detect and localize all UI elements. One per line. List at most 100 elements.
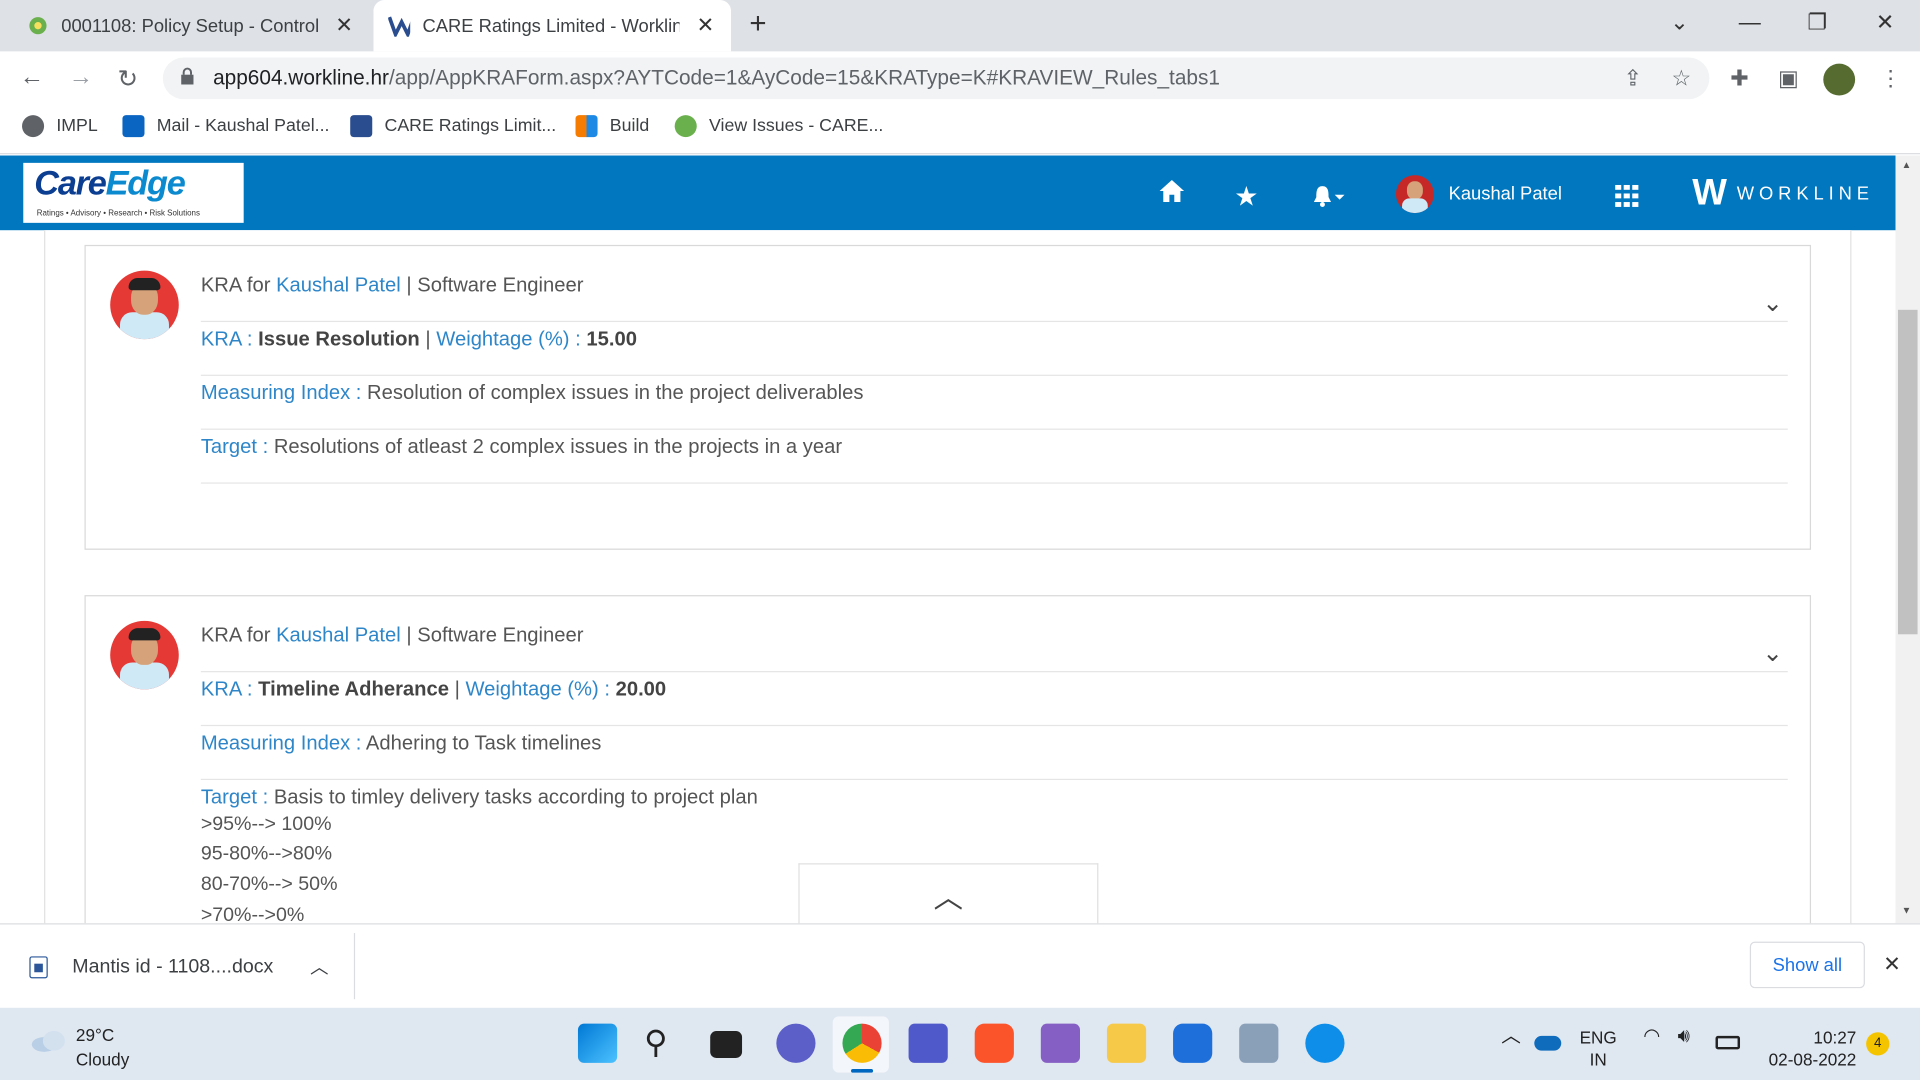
mantis-icon bbox=[674, 115, 697, 138]
active-indicator bbox=[851, 1068, 874, 1073]
build-icon bbox=[575, 115, 598, 138]
target-row: Target : Basis to timley delivery tasks … bbox=[200, 786, 758, 809]
bell-icon[interactable] bbox=[1311, 184, 1345, 216]
bookmark-view-issues[interactable]: View Issues - CARE... bbox=[674, 113, 884, 140]
globe-icon bbox=[22, 115, 45, 138]
show-all-button[interactable]: Show all bbox=[1749, 941, 1865, 989]
visual-studio-icon[interactable] bbox=[1040, 1023, 1081, 1063]
chat-icon[interactable] bbox=[776, 1023, 816, 1063]
outlook-icon bbox=[122, 115, 145, 138]
close-download-bar-icon[interactable]: ✕ bbox=[1883, 953, 1900, 977]
target-line: >95%--> 100% bbox=[200, 814, 332, 836]
bookmark-label: Build bbox=[609, 116, 650, 136]
bookmark-label: CARE Ratings Limit... bbox=[384, 116, 557, 136]
employee-link[interactable]: Kaushal Patel bbox=[276, 624, 401, 646]
measuring-index-row: Measuring Index : Adhering to Task timel… bbox=[200, 726, 1788, 781]
security-icon[interactable] bbox=[1173, 1023, 1213, 1063]
windows-taskbar bbox=[0, 1007, 1920, 1080]
chevron-up-icon: ︿ bbox=[933, 881, 964, 915]
employee-photo bbox=[110, 270, 179, 340]
remote-desktop-icon[interactable] bbox=[1239, 1023, 1279, 1063]
weather-widget[interactable]: 29°C Cloudy bbox=[76, 1022, 129, 1071]
battery-icon[interactable] bbox=[1715, 1035, 1741, 1050]
word-doc-icon bbox=[29, 955, 48, 978]
bookmark-care[interactable]: CARE Ratings Limit... bbox=[350, 113, 556, 140]
scroll-up-arrow-icon[interactable]: ▲ bbox=[1902, 159, 1912, 170]
download-item[interactable]: Mantis id - 1108....docx ︿ bbox=[29, 954, 328, 980]
browser-tab-policy[interactable]: 0001108: Policy Setup - Control ✕ bbox=[0, 0, 367, 51]
scroll-down-arrow-icon[interactable]: ▼ bbox=[1902, 905, 1912, 916]
bookmark-impl[interactable]: IMPL bbox=[22, 113, 98, 140]
star-icon[interactable]: ☆ bbox=[1671, 66, 1691, 92]
home-icon[interactable] bbox=[1158, 179, 1185, 211]
language-indicator[interactable]: ENG IN bbox=[1580, 1026, 1617, 1070]
menu-icon[interactable]: ⋮ bbox=[1880, 66, 1902, 92]
tab-title: CARE Ratings Limited - Workline bbox=[422, 15, 680, 37]
target-line: 95-80%-->80% bbox=[200, 843, 333, 865]
tab-title: 0001108: Policy Setup - Control bbox=[61, 15, 319, 37]
apps-grid-icon[interactable] bbox=[1615, 184, 1639, 211]
file-explorer-icon[interactable] bbox=[1106, 1023, 1147, 1063]
kra-name-row: KRA : Issue Resolution | Weightage (%) :… bbox=[200, 322, 1788, 376]
window-close-icon[interactable]: ✕ bbox=[1876, 10, 1894, 36]
kra-content: ⌄ KRA for Kaushal Patel | Software Engin… bbox=[44, 230, 1852, 924]
target-line: >70%-->0% bbox=[200, 904, 305, 924]
clock[interactable]: 10:27 02-08-2022 bbox=[1758, 1026, 1857, 1070]
workline-icon bbox=[350, 115, 373, 138]
reload-icon[interactable]: ↻ bbox=[118, 64, 139, 95]
extensions-icon[interactable]: ✚ bbox=[1730, 66, 1748, 92]
bookmark-label: View Issues - CARE... bbox=[708, 116, 884, 136]
share-icon[interactable]: ⇪ bbox=[1624, 66, 1642, 92]
download-filename: Mantis id - 1108....docx bbox=[72, 955, 274, 977]
employee-link[interactable]: Kaushal Patel bbox=[276, 274, 401, 296]
avatar[interactable] bbox=[1395, 175, 1434, 214]
bookmark-build[interactable]: Build bbox=[575, 113, 650, 140]
chevron-up-icon[interactable]: ︿ bbox=[310, 954, 328, 980]
bookmark-label: Mail - Kaushal Patel... bbox=[156, 116, 330, 136]
workline-logo-icon: W bbox=[1692, 172, 1727, 214]
scroll-to-top-button[interactable]: ︿ bbox=[798, 863, 1099, 925]
close-icon[interactable]: ✕ bbox=[331, 13, 358, 37]
user-name[interactable]: Kaushal Patel bbox=[1449, 184, 1562, 205]
scrollbar-thumb[interactable] bbox=[1897, 309, 1918, 635]
onedrive-icon[interactable] bbox=[1534, 1035, 1562, 1051]
chevron-up-icon[interactable]: ︿ bbox=[1501, 1026, 1521, 1048]
search-icon[interactable]: ⚲ bbox=[644, 1024, 683, 1063]
target-row: Target : Resolutions of atleast 2 comple… bbox=[200, 430, 1788, 484]
minimize-icon[interactable]: — bbox=[1739, 10, 1761, 36]
kra-employee-row: KRA for Kaushal Patel | Software Enginee… bbox=[200, 268, 1788, 323]
teams-icon[interactable] bbox=[908, 1023, 948, 1063]
teamviewer-icon[interactable] bbox=[1305, 1023, 1345, 1063]
bookmark-label: IMPL bbox=[56, 116, 98, 136]
sidepanel-icon[interactable]: ▣ bbox=[1778, 66, 1799, 92]
browser-tab-workline[interactable]: CARE Ratings Limited - Workline ✕ bbox=[373, 0, 732, 52]
kra-card: ⌄ KRA for Kaushal Patel | Software Engin… bbox=[84, 244, 1812, 550]
restore-icon[interactable]: ❐ bbox=[1807, 10, 1827, 36]
url-text[interactable]: app604.workline.hr/app/AppKRAForm.aspx?A… bbox=[213, 66, 1220, 90]
kra-employee-row: KRA for Kaushal Patel | Software Enginee… bbox=[200, 618, 1788, 673]
task-view-icon[interactable] bbox=[710, 1031, 743, 1058]
profile-avatar[interactable] bbox=[1823, 63, 1856, 96]
forward-icon[interactable]: → bbox=[69, 64, 93, 92]
back-icon[interactable]: ← bbox=[20, 64, 44, 92]
target-line: 80-70%--> 50% bbox=[200, 874, 338, 896]
tab-search-icon[interactable]: ⌄ bbox=[1670, 10, 1688, 36]
careedge-logo[interactable]: CareEdge Ratings • Advisory • Research •… bbox=[23, 162, 244, 223]
windows-start-icon[interactable] bbox=[577, 1023, 618, 1063]
brave-icon[interactable] bbox=[974, 1023, 1014, 1063]
app-header bbox=[0, 155, 1896, 231]
close-icon[interactable]: ✕ bbox=[692, 13, 719, 37]
bookmark-mail[interactable]: Mail - Kaushal Patel... bbox=[122, 113, 329, 140]
measuring-index-row: Measuring Index : Resolution of complex … bbox=[200, 376, 1788, 430]
new-tab-button[interactable]: + bbox=[749, 7, 766, 41]
employee-photo bbox=[110, 620, 179, 690]
volume-icon[interactable]: 🔊︎ bbox=[1678, 1026, 1690, 1048]
favorites-star-icon[interactable]: ★ bbox=[1234, 181, 1258, 213]
workline-brand: W WORKLINE bbox=[1692, 172, 1874, 214]
kra-name-row: KRA : Timeline Adherance | Weightage (%)… bbox=[200, 672, 1788, 727]
wifi-icon[interactable]: ◠ bbox=[1643, 1026, 1660, 1048]
notification-badge[interactable]: 4 bbox=[1866, 1032, 1890, 1056]
divider bbox=[353, 933, 356, 1000]
lock-icon bbox=[180, 67, 195, 85]
chrome-icon[interactable] bbox=[842, 1023, 882, 1063]
